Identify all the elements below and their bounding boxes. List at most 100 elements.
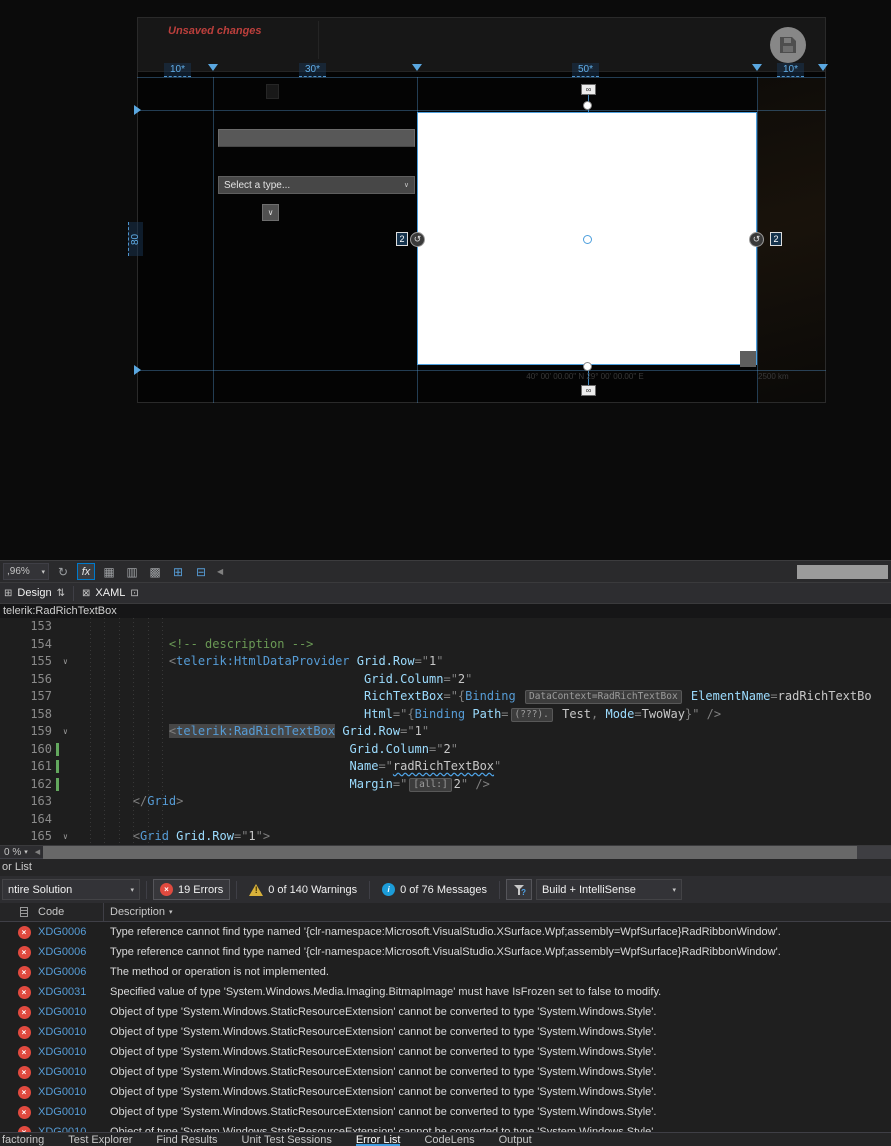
panel-tab-unit-test-sessions[interactable]: Unit Test Sessions (242, 1133, 332, 1146)
scrollbar-thumb[interactable] (43, 845, 858, 859)
refresh-icon[interactable]: ↻ (54, 563, 72, 580)
grid-splitter-marker-icon[interactable] (412, 64, 422, 71)
code-line-157[interactable]: 157 RichTextBox="{Binding DataContext=Rad… (0, 688, 891, 706)
line-number-gutter[interactable]: 157 (0, 688, 75, 706)
element-breadcrumb[interactable]: telerik:RadRichTextBox (0, 603, 891, 618)
anchor-dot-bottom[interactable] (583, 362, 592, 371)
designed-textbox[interactable] (218, 129, 415, 147)
code-line-162[interactable]: 162 Margin=" [all:] 2" /> (0, 776, 891, 794)
snaplines-icon[interactable]: ⊞ (169, 563, 187, 580)
grid-splitter-marker-icon[interactable] (752, 64, 762, 71)
grid-overlay-icon[interactable]: ▩ (146, 563, 164, 580)
grid-row-marker-icon[interactable] (134, 105, 141, 115)
tab-design[interactable]: Design (17, 587, 51, 599)
fold-chevron-icon[interactable]: ∨ (63, 723, 68, 741)
margin-right-badge[interactable]: 2 (770, 232, 782, 246)
swap-panes-icon[interactable]: ⇅ (57, 588, 65, 599)
severity-column-header[interactable] (16, 907, 32, 917)
grid-column-width-label[interactable]: 10* (164, 63, 191, 77)
margin-anchor-right-icon[interactable]: ↺ (749, 232, 764, 247)
line-number-gutter[interactable]: 161 (0, 758, 75, 776)
snap-grid-icon[interactable]: ▥ (123, 563, 141, 580)
resize-grip[interactable] (740, 351, 756, 367)
show-grid-icon[interactable]: ▦ (100, 563, 118, 580)
scroll-left-icon[interactable]: ◀ (32, 848, 43, 856)
editor-zoom-combobox[interactable]: 0 % ▾ (0, 847, 32, 858)
code-line-156[interactable]: 156 Grid.Column="2" (0, 671, 891, 689)
editor-horizontal-scrollbar[interactable] (43, 845, 891, 859)
error-row[interactable]: × XDG0010 Object of type 'System.Windows.S… (0, 1082, 891, 1102)
line-number-gutter[interactable]: 164 (0, 811, 75, 829)
panel-tab-factoring[interactable]: factoring (2, 1133, 44, 1146)
code-line-165[interactable]: 165 ∨ <Grid Grid.Row="1"> (0, 828, 891, 845)
panel-tab-error-list[interactable]: Error List (355, 1133, 401, 1146)
line-number-gutter[interactable]: 156 (0, 671, 75, 689)
error-row[interactable]: × XDG0006 The method or operation is not i… (0, 962, 891, 982)
line-number-gutter[interactable]: 160 (0, 741, 75, 759)
code-line-164[interactable]: 164 (0, 811, 891, 829)
panel-tab-find-results[interactable]: Find Results (156, 1133, 217, 1146)
panel-tab-codelens[interactable]: CodeLens (424, 1133, 474, 1146)
fold-chevron-icon[interactable]: ∨ (63, 828, 68, 845)
designed-dropdown-button[interactable]: ∨ (262, 204, 279, 221)
fold-chevron-icon[interactable]: ∨ (63, 653, 68, 671)
line-number-gutter[interactable]: 159 ∨ (0, 723, 75, 741)
error-row[interactable]: × XDG0010 Object of type 'System.Windows.S… (0, 1062, 891, 1082)
filter-button[interactable]: ? (505, 879, 532, 900)
margin-left-badge[interactable]: 2 (396, 232, 408, 246)
code-line-155[interactable]: 155 ∨ <telerik:HtmlDataProvider Grid.Row="… (0, 653, 891, 671)
code-line-158[interactable]: 158 Html="{Binding Path= (???). Test, Mode… (0, 706, 891, 724)
margin-anchor-bottom-icon[interactable]: ∞ (581, 385, 596, 396)
breadcrumb-path[interactable]: telerik:RadRichTextBox (3, 605, 117, 617)
code-lines[interactable]: 153 154 <!-- description --> 155 ∨ <telerik:H… (0, 618, 891, 845)
collapse-arrow-icon[interactable]: ◀ (217, 567, 223, 576)
line-number-gutter[interactable]: 165 ∨ (0, 828, 75, 845)
margin-anchor-top-icon[interactable]: ∞ (581, 84, 596, 95)
warnings-filter-button[interactable]: 0 of 140 Warnings (243, 879, 363, 900)
xaml-code-editor[interactable]: 153 154 <!-- description --> 155 ∨ <telerik:H… (0, 618, 891, 845)
line-number-gutter[interactable]: 163 (0, 793, 75, 811)
tab-xaml[interactable]: XAML (95, 587, 125, 599)
anchor-dot-top[interactable] (583, 101, 592, 110)
margin-anchor-left-icon[interactable]: ↺ (410, 232, 425, 247)
errors-filter-button[interactable]: × 19 Errors (153, 879, 231, 900)
error-row[interactable]: × XDG0010 Object of type 'System.Windows.S… (0, 1002, 891, 1022)
designed-combobox[interactable]: Select a type... ∨ (218, 176, 415, 194)
grid-column-width-label[interactable]: 50* (572, 63, 599, 77)
center-anchor-dot[interactable] (583, 235, 592, 244)
error-row[interactable]: × XDG0031 Specified value of type 'System.… (0, 982, 891, 1002)
description-column-header[interactable]: Description ▾ (104, 906, 891, 918)
code-line-161[interactable]: 161 Name="radRichTextBox" (0, 758, 891, 776)
snap-to-snaplines-icon[interactable]: ⊟ (192, 563, 210, 580)
save-icon[interactable] (770, 27, 806, 63)
error-rows[interactable]: × XDG0006 Type reference cannot find type … (0, 922, 891, 1132)
line-number-gutter[interactable]: 158 (0, 706, 75, 724)
error-row[interactable]: × XDG0010 Object of type 'System.Windows.S… (0, 1122, 891, 1132)
grid-splitter-marker-icon[interactable] (208, 64, 218, 71)
line-number-gutter[interactable]: 162 (0, 776, 75, 794)
code-line-153[interactable]: 153 (0, 618, 891, 636)
line-number-gutter[interactable]: 154 (0, 636, 75, 654)
error-row[interactable]: × XDG0010 Object of type 'System.Windows.S… (0, 1102, 891, 1122)
panel-tab-output[interactable]: Output (499, 1133, 532, 1146)
designer-horizontal-scrollbar[interactable] (797, 564, 888, 579)
effects-button[interactable]: fx (77, 563, 95, 580)
xaml-designer-surface[interactable]: Unsaved changes 10* 30* 50* 10* 80 Selec… (0, 0, 891, 560)
grid-column-width-label[interactable]: 10* (777, 63, 804, 77)
grid-splitter-marker-icon[interactable] (818, 64, 828, 71)
code-line-154[interactable]: 154 <!-- description --> (0, 636, 891, 654)
zoom-combobox[interactable]: ,96% ▾ (3, 563, 49, 580)
error-row[interactable]: × XDG0006 Type reference cannot find type … (0, 922, 891, 942)
code-line-159[interactable]: 159 ∨ <telerik:RadRichTextBox Grid.Row="1" (0, 723, 891, 741)
error-row[interactable]: × XDG0006 Type reference cannot find type … (0, 942, 891, 962)
scope-filter-dropdown[interactable]: ntire Solution ▾ (2, 879, 140, 900)
error-row[interactable]: × XDG0010 Object of type 'System.Windows.S… (0, 1042, 891, 1062)
panel-tab-test-explorer[interactable]: Test Explorer (68, 1133, 132, 1146)
grid-row-marker-icon[interactable] (134, 365, 141, 375)
messages-filter-button[interactable]: i 0 of 76 Messages (376, 879, 493, 900)
popout-icon[interactable]: ⊡ (130, 588, 138, 599)
line-number-gutter[interactable]: 153 (0, 618, 75, 636)
line-number-gutter[interactable]: 155 ∨ (0, 653, 75, 671)
code-line-160[interactable]: 160 Grid.Column="2" (0, 741, 891, 759)
source-filter-dropdown[interactable]: Build + IntelliSense ▾ (535, 879, 682, 900)
